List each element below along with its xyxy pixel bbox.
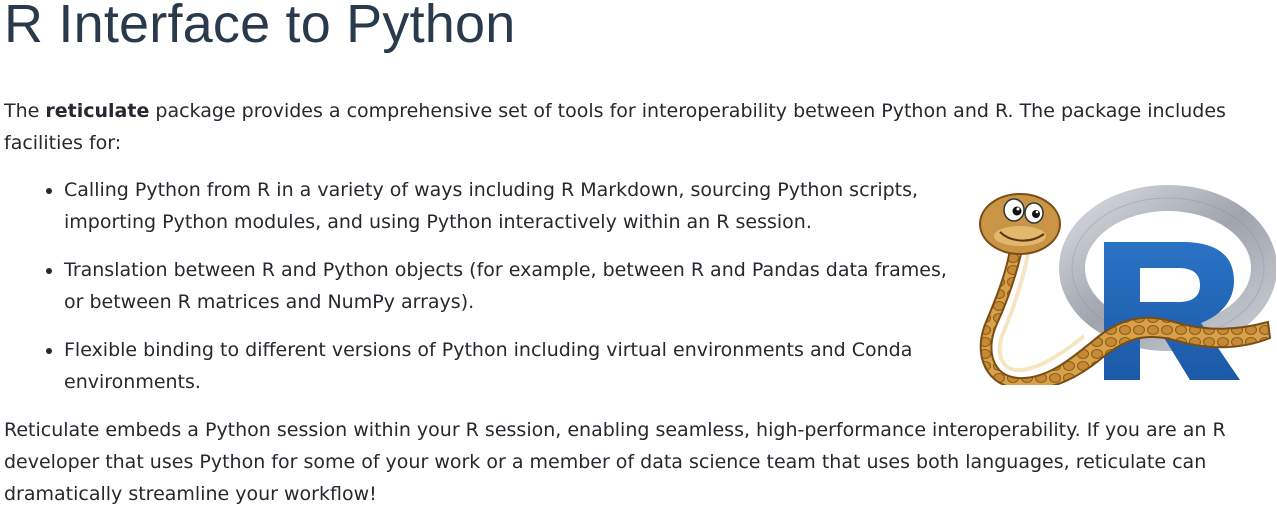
intro-after: package provides a comprehensive set of … (4, 100, 1226, 154)
intro-before: The (4, 100, 46, 122)
page: R Interface to Python The reticulate pac… (0, 0, 1277, 509)
list-item: Flexible binding to different versions o… (64, 334, 969, 398)
intro-package-name: reticulate (45, 100, 150, 122)
r-letter-shape (1104, 242, 1240, 380)
page-title: R Interface to Python (4, 0, 516, 54)
list-item: Calling Python from R in a variety of wa… (64, 174, 969, 238)
reticulate-logo-icon (979, 185, 1276, 385)
outro-paragraph: Reticulate embeds a Python session withi… (4, 419, 1226, 505)
list-item: Translation between R and Python objects… (64, 254, 969, 318)
feature-list: Calling Python from R in a variety of wa… (26, 174, 969, 414)
intro-paragraph: The reticulate package provides a compre… (4, 95, 1264, 159)
